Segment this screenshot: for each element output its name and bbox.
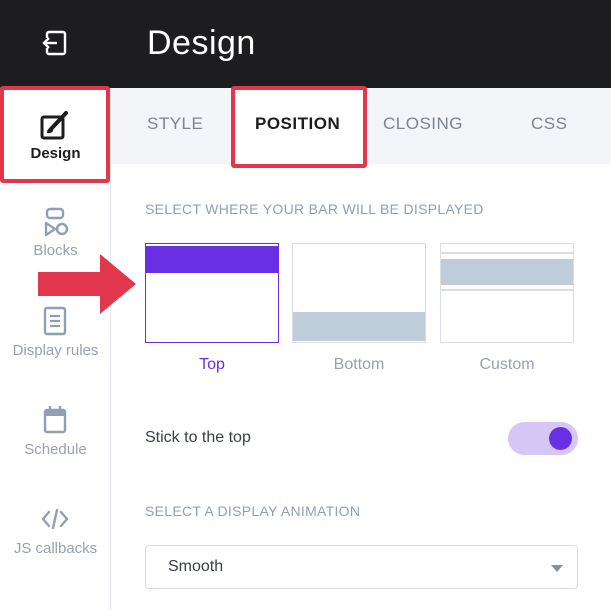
page-title: Design [147,24,256,62]
sidebar-item-label: Schedule [24,441,87,458]
tab-style[interactable]: STYLE [147,114,203,134]
position-option-label: Top [199,356,225,373]
sidebar-item-label: JS callbacks [13,540,98,557]
code-icon [41,508,69,530]
preview-line [441,289,573,291]
pointer-arrow [38,254,136,314]
tab-closing[interactable]: CLOSING [383,114,463,134]
preview-line [441,252,573,254]
position-option-bottom[interactable] [292,243,426,343]
position-section-label: SELECT WHERE YOUR BAR WILL BE DISPLAYED [145,201,484,217]
blocks-icon [44,207,69,237]
animation-select[interactable]: Smooth [145,545,578,589]
position-option-label: Bottom [333,356,385,373]
caret-down-icon [551,565,563,572]
exit-icon[interactable] [41,30,69,56]
position-highlight-outline [231,86,367,168]
preview-bar [293,312,425,341]
design-highlight-outline [0,86,110,183]
animation-select-value: Smooth [168,558,224,575]
page-header: Design [111,0,611,88]
sidebar-item-schedule[interactable]: Schedule [0,398,111,494]
tab-css[interactable]: CSS [531,114,567,134]
stick-to-top-toggle[interactable] [508,422,578,455]
preview-bar [441,259,573,285]
sidebar-item-label: Display rules [12,342,99,359]
sidebar-item-js-callbacks[interactable]: JS callbacks [0,498,111,594]
position-option-top[interactable] [145,243,279,343]
calendar-icon [43,406,67,434]
stick-to-top-label: Stick to the top [145,429,251,446]
position-option-custom[interactable] [440,243,574,343]
preview-bar [146,246,278,273]
animation-section-label: SELECT A DISPLAY ANIMATION [145,503,361,519]
sidebar-divider [110,88,111,610]
toggle-knob [549,427,572,450]
position-option-label: Custom [479,356,535,373]
sidebar-header [0,0,111,88]
